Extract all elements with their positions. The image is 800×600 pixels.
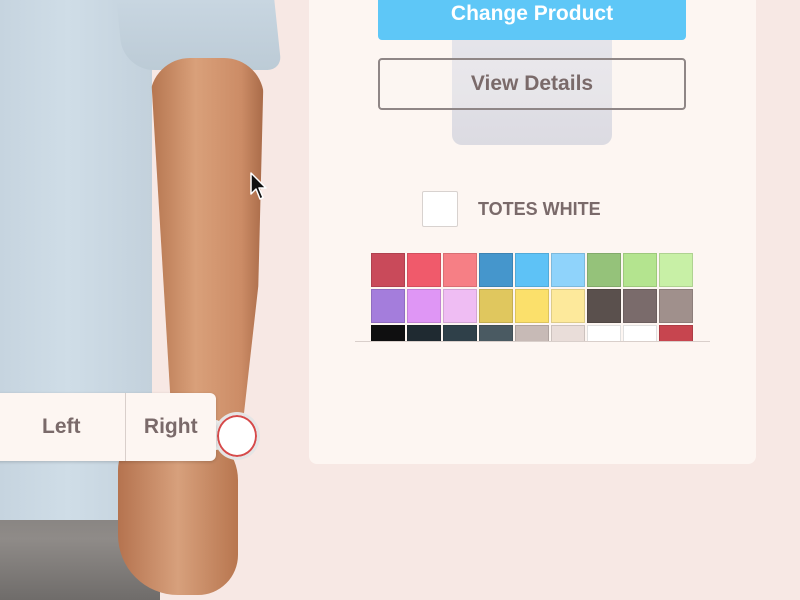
color-swatch[interactable] — [479, 289, 513, 323]
color-swatch[interactable] — [659, 289, 693, 323]
color-swatch[interactable] — [479, 253, 513, 287]
view-details-button[interactable]: View Details — [378, 58, 686, 110]
selected-color: TOTES WHITE — [422, 191, 601, 227]
color-swatch[interactable] — [551, 325, 585, 341]
color-swatch[interactable] — [515, 289, 549, 323]
color-swatch[interactable] — [479, 325, 513, 341]
color-swatch[interactable] — [659, 253, 693, 287]
color-swatch[interactable] — [371, 289, 405, 323]
color-swatch[interactable] — [551, 289, 585, 323]
product-photo — [0, 0, 300, 600]
color-swatch[interactable] — [587, 289, 621, 323]
color-palette — [371, 253, 693, 341]
color-swatch[interactable] — [623, 289, 657, 323]
color-swatch[interactable] — [443, 325, 477, 341]
color-swatch[interactable] — [515, 325, 549, 341]
color-swatch[interactable] — [623, 325, 657, 341]
color-swatch[interactable] — [407, 289, 441, 323]
color-swatch[interactable] — [443, 289, 477, 323]
angle-right-button[interactable]: Right — [126, 393, 217, 461]
angle-toggle: Left Right — [0, 393, 216, 461]
color-swatch[interactable] — [371, 253, 405, 287]
color-swatch[interactable] — [587, 253, 621, 287]
selected-color-name: TOTES WHITE — [478, 198, 601, 219]
color-swatch[interactable] — [407, 253, 441, 287]
color-swatch[interactable] — [623, 253, 657, 287]
color-swatch[interactable] — [443, 253, 477, 287]
angle-left-button[interactable]: Left — [0, 393, 125, 461]
color-swatch[interactable] — [551, 253, 585, 287]
color-swatch[interactable] — [659, 325, 693, 341]
arm — [150, 58, 264, 438]
watch — [214, 412, 260, 460]
color-swatch[interactable] — [515, 253, 549, 287]
color-swatch[interactable] — [407, 325, 441, 341]
color-swatch[interactable] — [371, 325, 405, 341]
cursor-icon — [250, 172, 267, 200]
palette-divider — [355, 341, 710, 342]
color-swatch[interactable] — [587, 325, 621, 341]
change-product-button[interactable]: Change Product — [378, 0, 686, 40]
selected-color-swatch — [422, 191, 458, 227]
